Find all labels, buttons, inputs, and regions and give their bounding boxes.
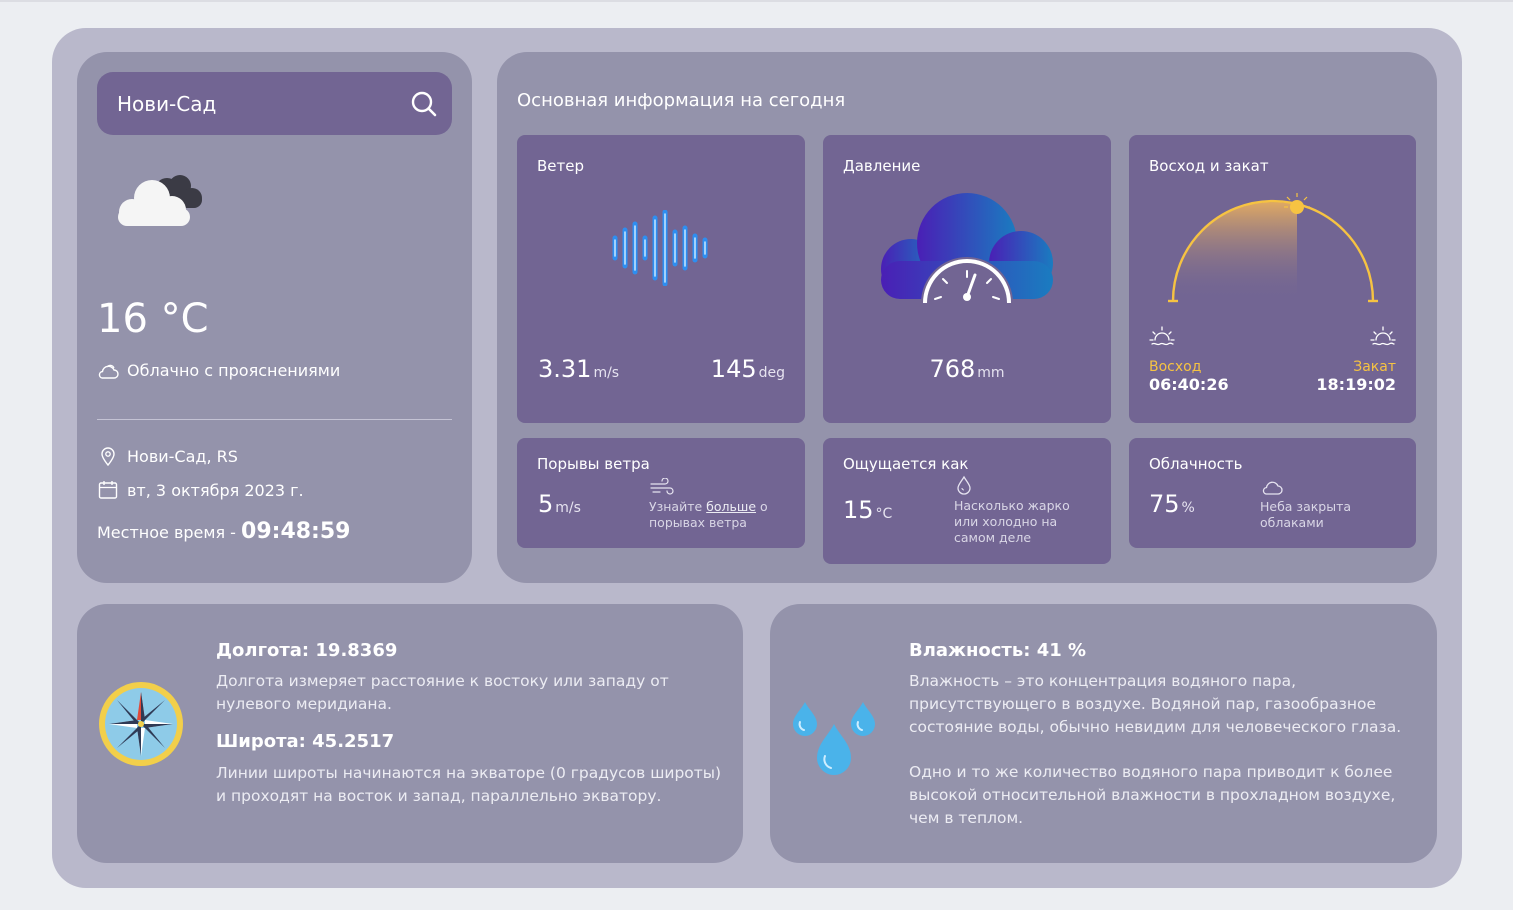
gust-more-link[interactable]: больше: [706, 499, 756, 514]
condition-text: Облачно с прояснениями: [127, 361, 341, 380]
wind-speed-unit: m/s: [593, 365, 620, 381]
sunrise-label: Восход: [1149, 359, 1202, 375]
gust-value: 5: [538, 490, 554, 518]
gust-note-prefix: Узнайте: [649, 499, 707, 514]
gust-reading: 5 m/s: [538, 490, 581, 518]
location-text: Нови-Сад, RS: [127, 446, 238, 466]
feels-unit: °C: [875, 506, 893, 522]
feels-like-card: Ощущается как 15 °C Насколько жарко или х…: [823, 438, 1111, 564]
cloud-icon: [118, 175, 202, 226]
latitude-title: Широта: 45.2517: [216, 731, 395, 752]
humidity-text-2: Одно и то же количество водяного пара пр…: [909, 763, 1396, 827]
divider: [97, 419, 452, 420]
clouds-value: 75: [1149, 490, 1180, 518]
drop-icon: [957, 475, 971, 495]
cloud-outline-icon: [98, 364, 119, 379]
compass-icon: [99, 682, 183, 766]
map-pin-icon: [101, 447, 115, 467]
sunrise-icon: [1149, 326, 1175, 346]
pressure-value: 768: [929, 355, 976, 383]
weather-condition: Облачно с прояснениями: [97, 361, 340, 380]
local-time-value: 09:48:59: [241, 519, 351, 544]
clouds-reading: 75%: [1149, 490, 1195, 518]
sunset-block: Закат 18:19:02: [1316, 359, 1396, 394]
pressure-gauge-icon: [881, 193, 1053, 304]
search-bar: [97, 72, 452, 135]
top-border: [0, 0, 1513, 2]
sunset-label: Закат: [1353, 359, 1396, 375]
sun-title: Восход и закат: [1149, 157, 1269, 175]
wind-deg-unit: deg: [758, 365, 785, 381]
gust-title: Порывы ветра: [537, 455, 650, 473]
wind-title: Ветер: [537, 157, 585, 175]
longitude-text: Долгота измеряет расстояние к востоку ил…: [216, 672, 669, 713]
wind-card: Ветер 3.31 m/s 145 deg: [517, 135, 805, 423]
local-time-label: Местное время -: [97, 523, 236, 542]
sun-card: Восход и закат Восход 06:40:26 Закат 18:…: [1129, 135, 1416, 423]
pressure-card: Давление 768 mm: [823, 135, 1111, 423]
pressure-title: Давление: [843, 157, 921, 175]
location-line: Нови-Сад, RS: [97, 445, 238, 467]
latitude-text: Линии широты начинаются на экваторе (0 г…: [216, 764, 722, 805]
pressure-unit: mm: [977, 365, 1005, 381]
water-drops-icon: [793, 702, 875, 775]
wind-deg-value: 145: [710, 355, 757, 383]
date-line: вт, 3 октября 2023 г.: [97, 479, 304, 501]
sound-wave-icon: [612, 210, 708, 286]
search-input[interactable]: [117, 90, 397, 118]
clouds-card: Облачность 75% Неба закрыта облаками: [1129, 438, 1416, 548]
feels-value: 15: [843, 496, 874, 524]
clouds-title: Облачность: [1149, 455, 1243, 473]
wind-icon: [650, 478, 674, 495]
search-button[interactable]: [408, 88, 440, 120]
search-icon: [411, 91, 437, 117]
sunset-time: 18:19:02: [1316, 375, 1396, 394]
longitude-title: Долгота: 19.8369: [216, 640, 398, 661]
sunrise-time: 06:40:26: [1149, 375, 1229, 394]
date-text: вт, 3 октября 2023 г.: [127, 480, 304, 500]
humidity-title: Влажность: 41 %: [909, 640, 1087, 661]
clouds-note: Неба закрыта облаками: [1260, 499, 1352, 530]
local-time: Местное время - 09:48:59: [97, 519, 350, 544]
humidity-text-1: Влажность – это концентрация водяного па…: [909, 672, 1402, 736]
feels-title: Ощущается как: [843, 455, 969, 473]
wind-speed-value: 3.31: [538, 355, 592, 383]
section-title: Основная информация на сегодня: [517, 90, 846, 111]
clouds-unit: %: [1181, 500, 1195, 516]
wind-direction: 145 deg: [711, 355, 785, 383]
gust-unit: m/s: [555, 500, 581, 516]
sun-arc: [1168, 193, 1378, 303]
feels-reading: 15 °C: [843, 496, 892, 524]
current-temperature: 16 °C: [97, 296, 209, 342]
pressure-reading: 768 mm: [823, 355, 1111, 383]
cloud-outline-icon: [1262, 481, 1283, 495]
feels-note: Насколько жарко или холодно на самом дел…: [954, 498, 1070, 545]
sunset-icon: [1370, 326, 1396, 346]
gust-note: Узнайте больше о порывах ветра: [649, 499, 789, 531]
calendar-icon: [98, 481, 118, 499]
sunrise-block: Восход 06:40:26: [1149, 359, 1229, 394]
wind-speed: 3.31 m/s: [538, 355, 619, 383]
gust-card: Порывы ветра 5 m/s Узнайте больше о порыв…: [517, 438, 805, 548]
